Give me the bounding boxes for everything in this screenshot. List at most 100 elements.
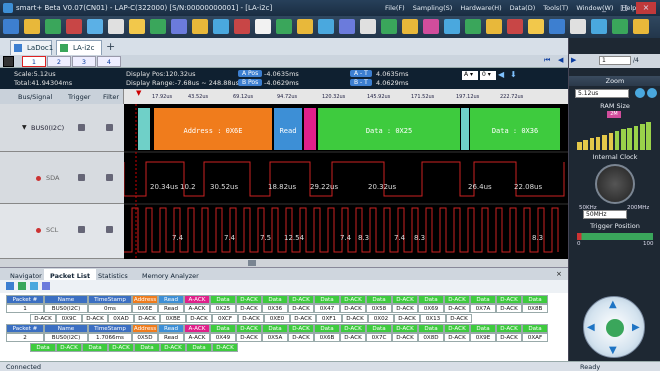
table-cell[interactable]: TimeStamp xyxy=(88,324,132,333)
table-cell[interactable]: TimeStamp xyxy=(88,295,132,304)
table-cell[interactable]: D-ACK xyxy=(340,304,366,313)
close-button[interactable]: × xyxy=(636,2,656,14)
toolbar-button-icon[interactable] xyxy=(297,19,313,34)
table-cell[interactable]: Read xyxy=(158,304,184,313)
table-cell[interactable]: Packet # xyxy=(6,324,44,333)
toolbar-button-icon[interactable] xyxy=(255,19,271,34)
table-cell[interactable]: Name xyxy=(44,295,88,304)
clock-knob[interactable] xyxy=(595,164,635,204)
table-cell[interactable]: 2 xyxy=(6,333,44,342)
toolbar-button-icon[interactable] xyxy=(570,19,586,34)
table-cell[interactable]: 0X6E xyxy=(132,304,158,313)
trigger-icon[interactable] xyxy=(78,174,85,181)
table-cell[interactable]: Data xyxy=(470,324,496,333)
table-cell[interactable]: 0XAD xyxy=(108,314,134,323)
table-cell[interactable]: 0XCF xyxy=(212,314,238,323)
table-cell[interactable]: Data xyxy=(366,324,392,333)
pad-right-icon[interactable]: ▶ xyxy=(632,322,640,333)
table-cell[interactable]: Read xyxy=(158,324,184,333)
table-cell[interactable]: 1 xyxy=(6,304,44,313)
table-cell[interactable]: D-ACK xyxy=(236,333,262,342)
table-cell[interactable]: A-ACK xyxy=(184,295,210,304)
table-cell[interactable]: A-ACK xyxy=(184,333,210,342)
toolbar-button-icon[interactable] xyxy=(423,19,439,34)
cursor-op-select[interactable]: 0 ▾ xyxy=(480,71,496,80)
table-cell[interactable]: D-ACK xyxy=(444,295,470,304)
table-cell[interactable]: Data xyxy=(30,343,56,352)
clock-select[interactable]: 50MHz xyxy=(583,210,627,219)
table-cell[interactable]: D-ACK xyxy=(496,295,522,304)
table-cell[interactable]: Data xyxy=(210,295,236,304)
table-cell[interactable]: D-ACK xyxy=(56,343,82,352)
menu-item[interactable]: Tools(T) xyxy=(543,4,568,12)
table-cell[interactable]: D-ACK xyxy=(236,295,262,304)
table-cell[interactable]: 0X58 xyxy=(366,304,392,313)
table-cell[interactable]: 0X8B xyxy=(522,304,548,313)
toolbar-button-icon[interactable] xyxy=(24,19,40,34)
table-cell[interactable]: 0X36 xyxy=(262,304,288,313)
scroll-thumb[interactable] xyxy=(248,260,256,266)
horizontal-scrollbar[interactable] xyxy=(0,259,568,267)
menu-item[interactable]: Data(D) xyxy=(510,4,536,12)
table-cell[interactable]: 0X13 xyxy=(420,314,446,323)
table-cell[interactable]: D-ACK xyxy=(288,304,314,313)
expand-icon[interactable]: ▼ xyxy=(22,124,27,131)
zoom-in-icon[interactable] xyxy=(635,88,645,98)
table-cell[interactable]: 0XAF xyxy=(522,333,548,342)
first-page-icon[interactable]: ⏮ xyxy=(544,56,550,65)
table-cell[interactable]: Data xyxy=(82,343,108,352)
table-cell[interactable]: D-ACK xyxy=(496,324,522,333)
table-cell[interactable]: Address xyxy=(132,295,158,304)
navigation-pad[interactable]: ▲ ▼ ◀ ▶ xyxy=(583,296,645,358)
table-cell[interactable]: 0X9E xyxy=(470,333,496,342)
toolbar-button-icon[interactable] xyxy=(528,19,544,34)
waveform-area[interactable]: Address : 0X6E Read Data : 0X25 Data : 0X36… xyxy=(124,104,568,259)
table-cell[interactable]: D-ACK xyxy=(186,314,212,323)
table-cell[interactable]: Data xyxy=(262,295,288,304)
table-cell[interactable]: D-ACK xyxy=(238,314,264,323)
toolbar-button-icon[interactable] xyxy=(381,19,397,34)
table-cell[interactable]: D-ACK xyxy=(288,295,314,304)
settings-icon[interactable] xyxy=(42,282,50,290)
zoom-select[interactable]: 5.12us xyxy=(575,89,629,98)
filter-icon[interactable] xyxy=(106,124,113,131)
table-cell[interactable]: Data xyxy=(262,324,288,333)
prev-page-icon[interactable]: ◀ xyxy=(558,56,563,64)
add-tab-icon[interactable]: + xyxy=(106,40,115,53)
toolbar-button-icon[interactable] xyxy=(87,19,103,34)
table-cell[interactable]: D-ACK xyxy=(496,304,522,313)
table-cell[interactable]: D-ACK xyxy=(444,324,470,333)
page-3-button[interactable]: 3 xyxy=(72,56,96,67)
table-cell[interactable]: 0X47 xyxy=(314,304,340,313)
toolbar-button-icon[interactable] xyxy=(633,19,649,34)
maximize-button[interactable]: □ xyxy=(614,2,634,14)
toolbar-button-icon[interactable] xyxy=(318,19,334,34)
toolbar-button-icon[interactable] xyxy=(507,19,523,34)
menu-item[interactable]: Sampling(S) xyxy=(413,4,453,12)
page-select[interactable]: 1 xyxy=(599,56,631,65)
toolbar-button-icon[interactable] xyxy=(444,19,460,34)
table-cell[interactable]: D-ACK xyxy=(394,314,420,323)
table-cell[interactable]: D-ACK xyxy=(446,314,472,323)
table-cell[interactable]: Address xyxy=(132,324,158,333)
table-cell[interactable]: D-ACK xyxy=(340,324,366,333)
ram-size-slider[interactable] xyxy=(577,120,653,150)
table-cell[interactable]: Data xyxy=(186,343,212,352)
table-cell[interactable]: D-ACK xyxy=(392,333,418,342)
table-cell[interactable]: D-ACK xyxy=(340,295,366,304)
table-cell[interactable]: 0X9C xyxy=(56,314,82,323)
table-cell[interactable]: 0XBE xyxy=(160,314,186,323)
trigger-icon[interactable] xyxy=(78,124,85,131)
toolbar-button-icon[interactable] xyxy=(66,19,82,34)
cursor-pin-icon[interactable]: ⬇ xyxy=(510,70,517,79)
table-cell[interactable]: Name xyxy=(44,324,88,333)
table-cell[interactable]: 1.7066ms xyxy=(88,333,132,342)
table-cell[interactable]: Data xyxy=(522,324,548,333)
signal-row-sda[interactable]: SDA xyxy=(0,152,124,204)
toolbar-button-icon[interactable] xyxy=(591,19,607,34)
zoom-out-icon[interactable] xyxy=(647,88,657,98)
time-ruler[interactable]: 17.92us 43.52us 69.12us 94.72us 120.32us 145.… xyxy=(124,89,568,104)
page-2-button[interactable]: 2 xyxy=(47,56,71,67)
toolbar-button-icon[interactable] xyxy=(3,19,19,34)
toolbar-button-icon[interactable] xyxy=(486,19,502,34)
